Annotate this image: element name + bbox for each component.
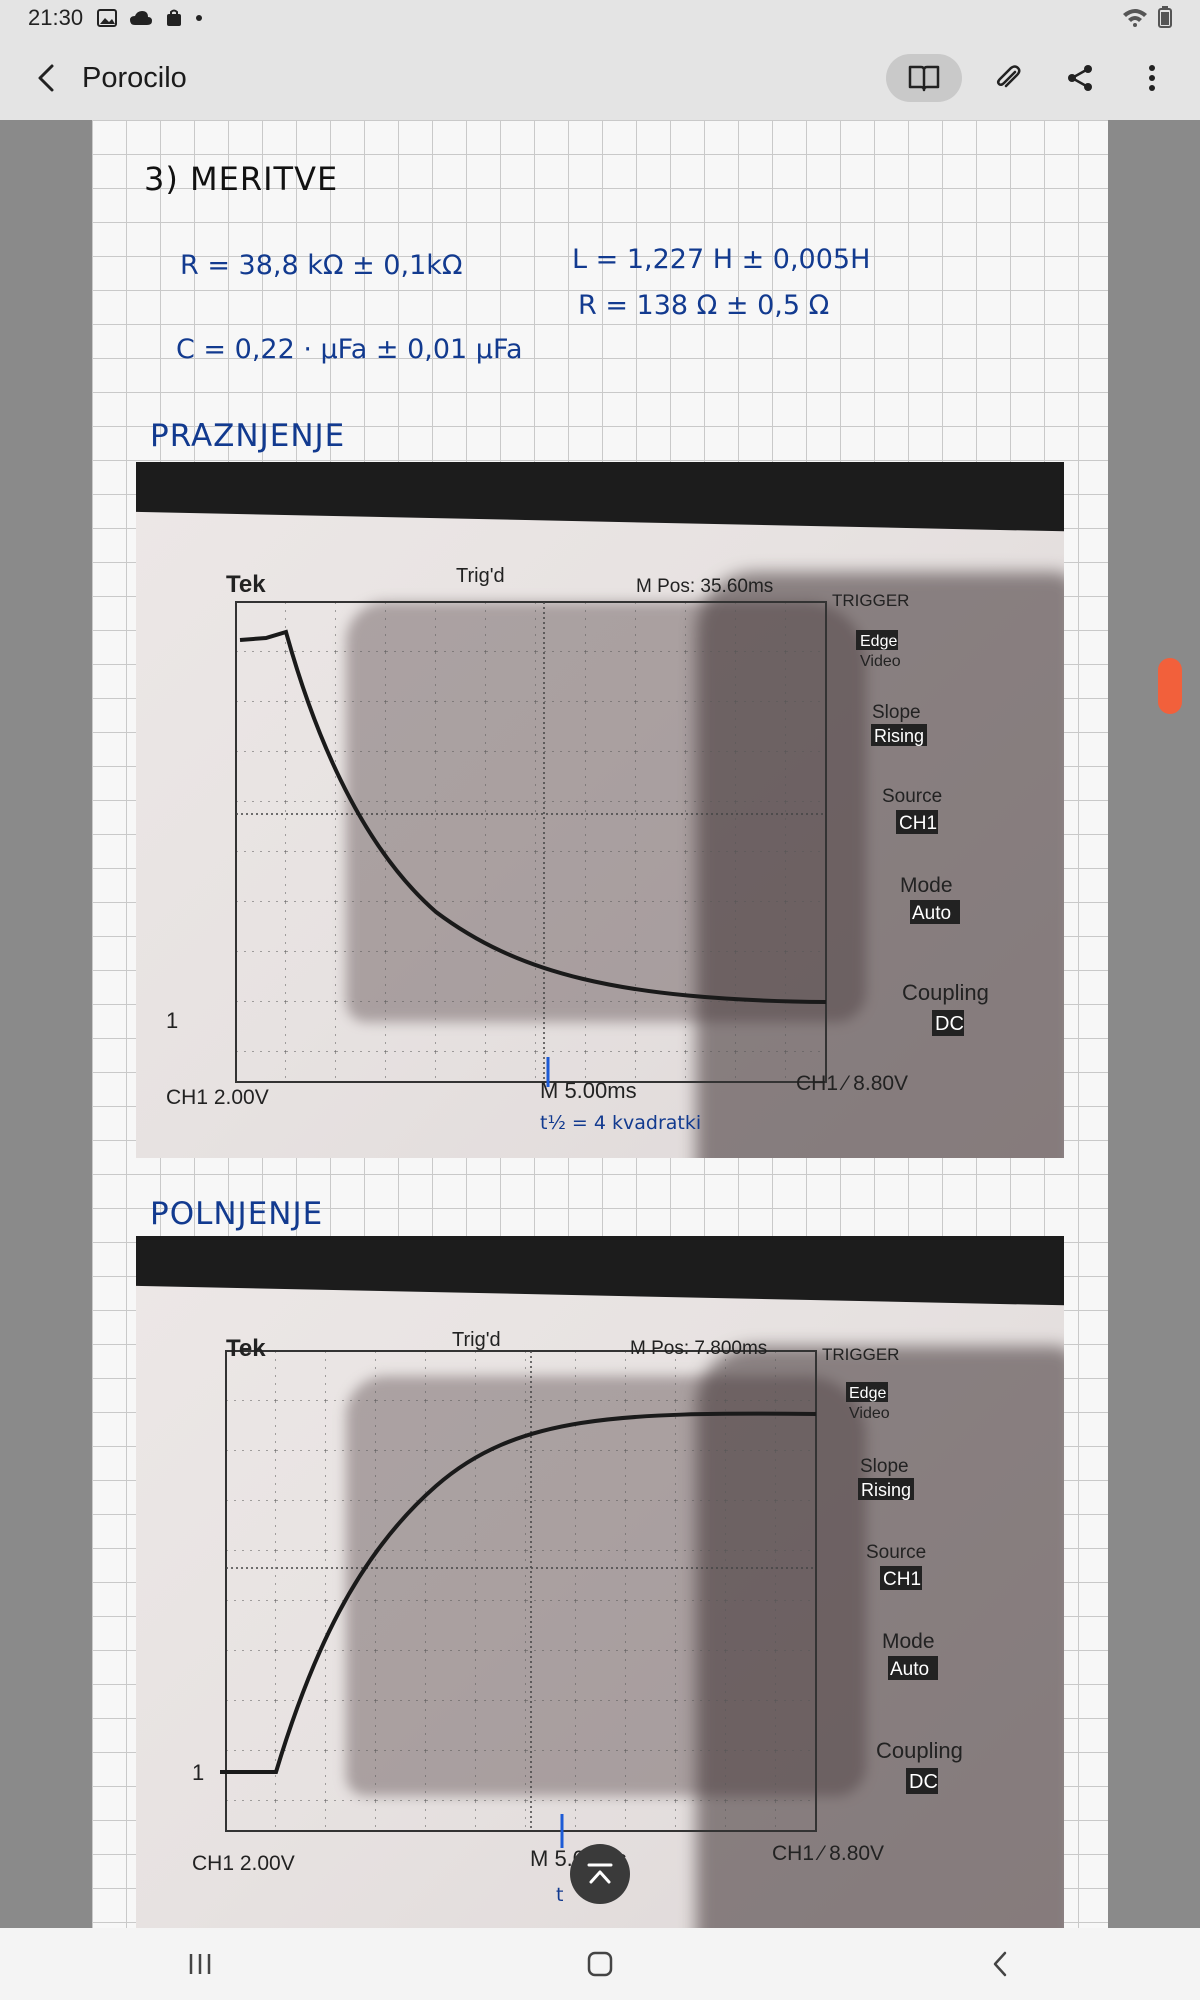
scope1-brand: Tek: [226, 571, 266, 598]
status-bar: 21:30: [0, 0, 1200, 36]
scroll-handle[interactable]: [1158, 658, 1182, 714]
toolbar: [886, 54, 1178, 102]
dot-icon: [195, 14, 203, 22]
recent-apps-icon: [189, 1954, 211, 1974]
scope1-ch1-scale: CH1 2.00V: [166, 1086, 269, 1109]
scope1-ch1-marker: 1: [166, 1008, 178, 1033]
scope1-source-value: CH1: [899, 813, 937, 834]
bag-icon: [165, 9, 183, 27]
scope2-source: Source: [866, 1542, 926, 1563]
book-icon: [908, 65, 940, 92]
system-back-icon: [993, 1951, 1007, 1977]
note-canvas[interactable]: 3) MERITVE R = 38,8 kΩ ± 0,1kΩ C = 0,22 …: [0, 120, 1200, 1928]
scope2-trigger-level: CH1 ⁄ 8.80V: [772, 1842, 884, 1865]
system-nav-bar: [0, 1928, 1200, 2000]
system-back-button[interactable]: [960, 1934, 1040, 1994]
scope2-coupling-value: DC: [909, 1771, 938, 1793]
section-charge-title: POLNJENJE: [150, 1196, 324, 1232]
scope1-rising: Rising: [874, 726, 924, 746]
scope1-coupling-value: DC: [935, 1013, 964, 1035]
scope2-trigger-title: TRIGGER: [822, 1345, 899, 1364]
note-page[interactable]: 3) MERITVE R = 38,8 kΩ ± 0,1kΩ C = 0,22 …: [92, 120, 1108, 1928]
scope2-mode-value: Auto: [890, 1659, 929, 1680]
share-button[interactable]: [1054, 54, 1106, 102]
resistance-equation: R = 38,8 kΩ ± 0,1kΩ: [180, 250, 463, 281]
wifi-icon: [1122, 7, 1148, 33]
scope2-source-value: CH1: [883, 1569, 921, 1590]
note-title: Porocilo: [82, 61, 187, 94]
scope2-mode: Mode: [882, 1630, 935, 1653]
status-time: 21:30: [28, 5, 84, 30]
more-vertical-icon: [1149, 65, 1155, 91]
half-time-annotation: t½ = 4 kvadratki: [540, 1112, 702, 1134]
scope1-timebase: M 5.00ms: [540, 1078, 637, 1103]
attach-button[interactable]: [982, 54, 1034, 102]
capacitance-equation: C = 0,22 · μFa ± 0,01 μFa: [176, 334, 523, 365]
scope1-mode-value: Auto: [912, 903, 951, 924]
scope1-slope: Slope: [872, 702, 921, 723]
home-icon: [587, 1951, 613, 1977]
scroll-to-top-button[interactable]: [570, 1844, 630, 1904]
charge-annotation: t: [556, 1884, 564, 1906]
scope2-coupling: Coupling: [876, 1738, 963, 1763]
scope2-video: Video: [849, 1405, 890, 1422]
scope2-rising: Rising: [861, 1480, 911, 1500]
scope1-mpos: M Pos: 35.60ms: [636, 576, 773, 597]
discharge-scope-photo[interactable]: Tek Trig'd M Pos: 35.60ms TRIGGER Edge V…: [136, 462, 1064, 1158]
share-icon: [1068, 65, 1092, 91]
scope2-ch1-scale: CH1 2.00V: [192, 1852, 295, 1875]
inductance-equation: L = 1,227 H ± 0,005H: [572, 244, 871, 275]
scope1-coupling: Coupling: [902, 980, 989, 1005]
reading-mode-button[interactable]: [886, 54, 962, 102]
back-arrow-icon: [38, 64, 54, 92]
charge-scope-screen: Tek Trig'd M Pos: 7.800ms TRIGGER Edge V…: [192, 1329, 963, 1875]
scope1-mode: Mode: [900, 874, 953, 897]
paperclip-icon: [996, 65, 1021, 88]
more-options-button[interactable]: [1126, 54, 1178, 102]
scope2-slope: Slope: [860, 1456, 909, 1477]
cloud-icon: [129, 10, 153, 26]
scope1-trig-status: Trig'd: [456, 565, 505, 587]
scope1-trigger-level: CH1 ⁄ 8.80V: [796, 1072, 908, 1095]
scope2-brand: Tek: [226, 1335, 266, 1362]
scope2-trig-status: Trig'd: [452, 1329, 501, 1351]
status-right: [1122, 6, 1172, 34]
scope1-trigger-title: TRIGGER: [832, 591, 909, 610]
scope1-source: Source: [882, 786, 942, 807]
back-button[interactable]: [24, 56, 68, 100]
app-bar: Porocilo: [0, 36, 1200, 120]
scope1-edge: Edge: [860, 633, 897, 650]
scope2-ch1-marker: 1: [192, 1760, 204, 1785]
scope1-video: Video: [860, 653, 901, 670]
coil-resistance-equation: R = 138 Ω ± 0,5 Ω: [578, 290, 830, 321]
battery-icon: [1158, 6, 1172, 34]
section-discharge-title: PRAZNJENJE: [150, 418, 346, 454]
scope2-mpos: M Pos: 7.800ms: [630, 1338, 767, 1359]
home-button[interactable]: [560, 1934, 640, 1994]
measurements-heading: 3) MERITVE: [144, 160, 339, 198]
discharge-scope-screen: Tek Trig'd M Pos: 35.60ms TRIGGER Edge V…: [166, 565, 989, 1109]
charge-scope-photo[interactable]: Tek Trig'd M Pos: 7.800ms TRIGGER Edge V…: [136, 1236, 1064, 1928]
gallery-icon: [97, 9, 118, 27]
recent-apps-button[interactable]: [160, 1934, 240, 1994]
scroll-top-icon: [587, 1863, 613, 1884]
scope2-edge: Edge: [849, 1385, 886, 1402]
